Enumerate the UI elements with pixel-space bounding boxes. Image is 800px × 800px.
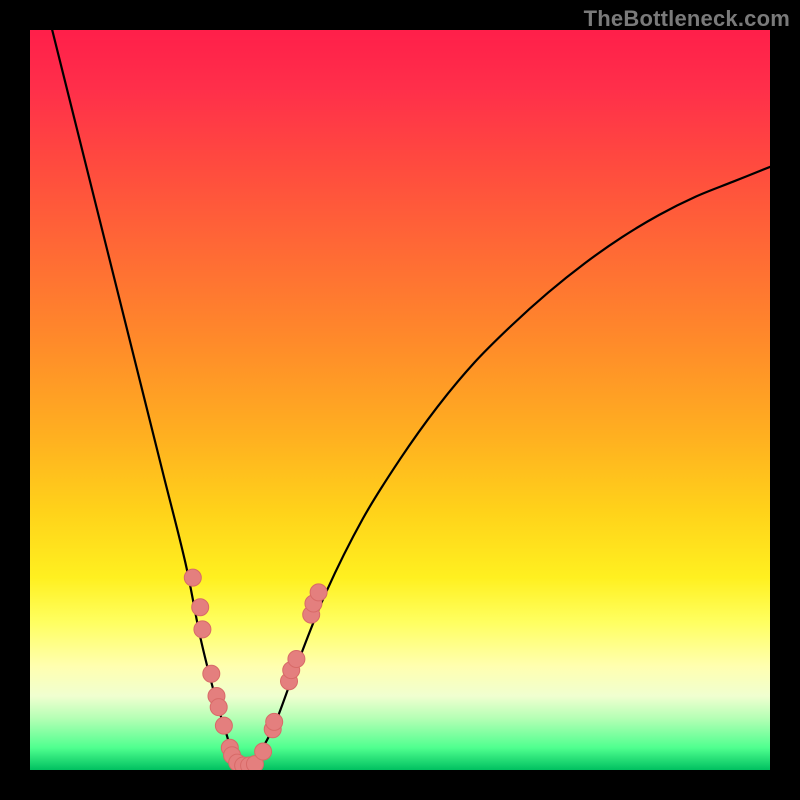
curve-marker <box>288 651 305 668</box>
curve-marker <box>210 699 227 716</box>
chart-frame: TheBottleneck.com <box>0 0 800 800</box>
curve-marker <box>203 665 220 682</box>
curve-markers <box>184 569 327 770</box>
curve-marker <box>266 713 283 730</box>
curve-layer <box>30 30 770 770</box>
curve-marker <box>194 621 211 638</box>
curve-marker <box>255 743 272 760</box>
curve-marker <box>184 569 201 586</box>
plot-area <box>30 30 770 770</box>
curve-marker <box>310 584 327 601</box>
bottleneck-curve <box>30 30 770 766</box>
curve-marker <box>192 599 209 616</box>
curve-marker <box>215 717 232 734</box>
watermark-label: TheBottleneck.com <box>584 6 790 32</box>
